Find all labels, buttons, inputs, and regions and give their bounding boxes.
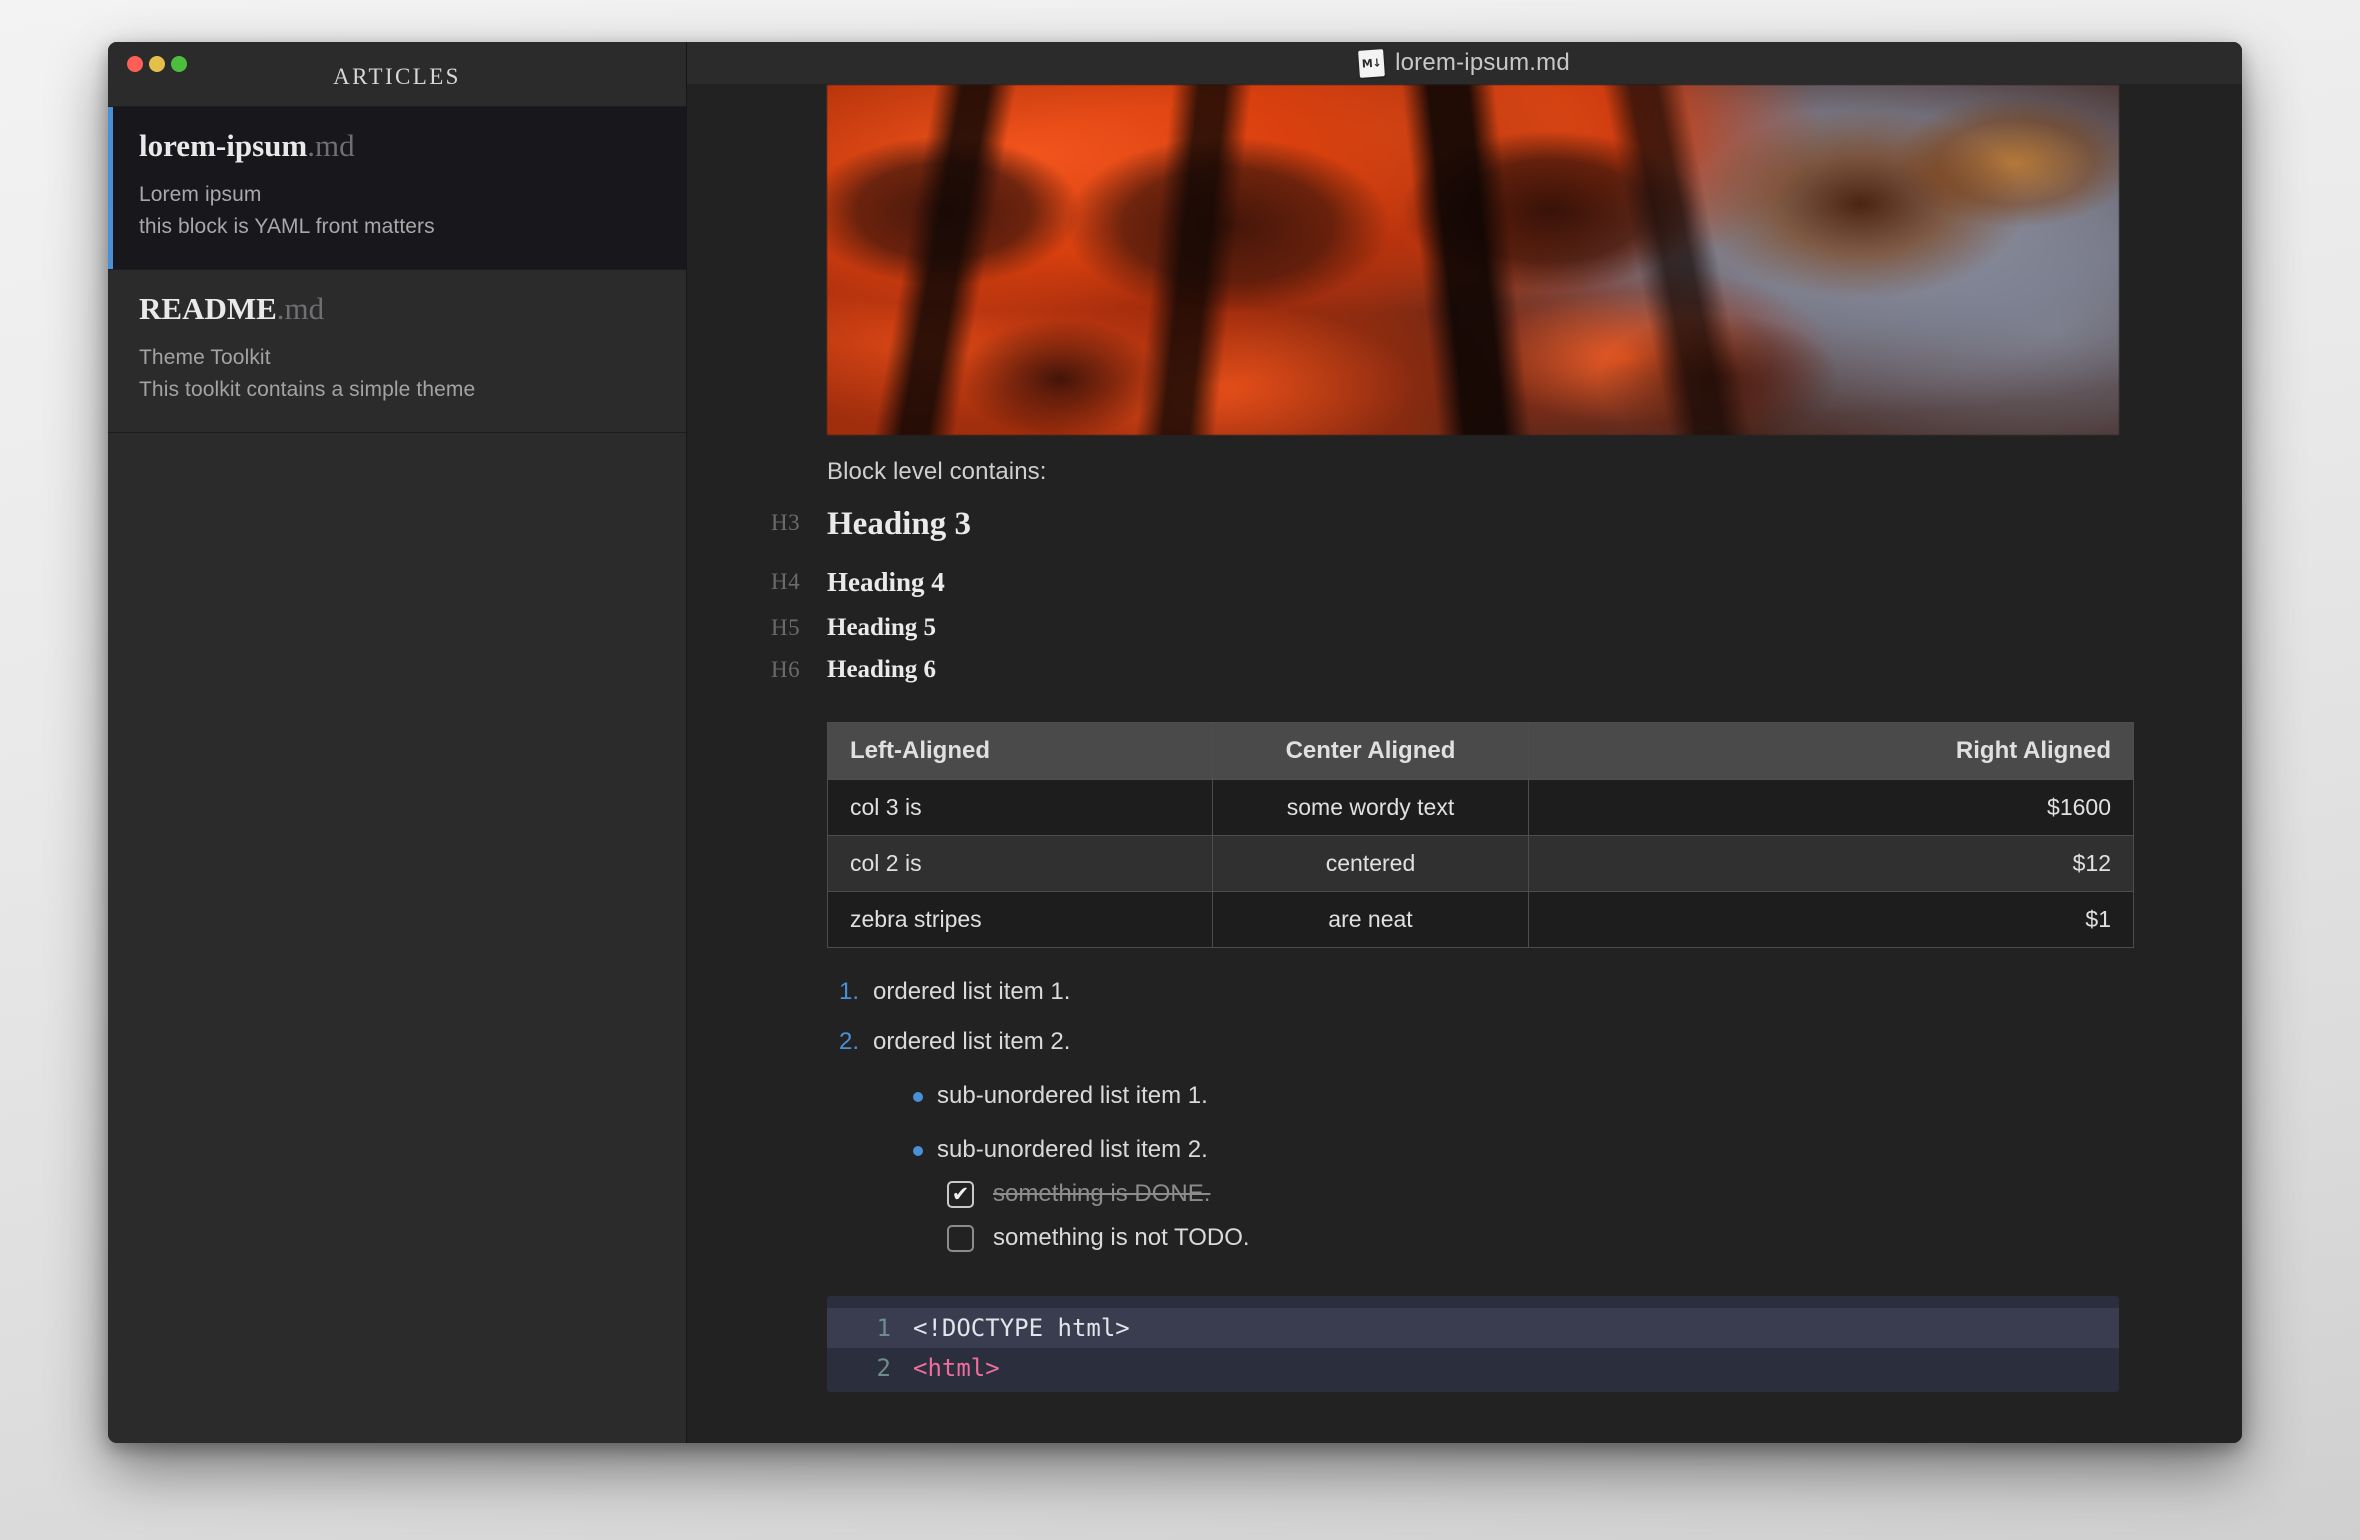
code-line-number: 2 xyxy=(876,1354,891,1382)
table-header-cell: Left-Aligned xyxy=(827,722,1213,780)
articles-sidebar: ARTICLES lorem-ipsum.md Lorem ipsum this… xyxy=(108,42,687,1443)
article-list-item-lorem-ipsum[interactable]: lorem-ipsum.md Lorem ipsum this block is… xyxy=(108,107,686,270)
list-marker: 1. xyxy=(839,978,860,1005)
code-line: 2 <html> xyxy=(827,1348,2119,1388)
article-excerpt-line-2: This toolkit contains a simple theme xyxy=(139,377,476,401)
hero-vignette-layer xyxy=(827,85,2119,435)
heading-row-h6: H6 Heading 6 xyxy=(771,656,2154,684)
list-item-label: sub-unordered list item 1. xyxy=(937,1082,1208,1109)
markdown-file-icon: M↓ xyxy=(1358,48,1385,78)
editor-pane: M↓ lorem-ipsum.md Block level contains: … xyxy=(687,42,2242,1443)
ordered-list-item: 2. ordered list item 2. xyxy=(827,1028,2154,1056)
task-label: something is not TODO. xyxy=(993,1224,1250,1251)
sidebar-header: ARTICLES xyxy=(108,42,686,107)
application-window: ARTICLES lorem-ipsum.md Lorem ipsum this… xyxy=(108,42,2242,1443)
article-filename-ext: .md xyxy=(276,290,325,326)
heading-row-h3: H3 Heading 3 xyxy=(771,506,2154,543)
heading-level-label: H3 xyxy=(771,510,801,535)
task-list-item-todo[interactable]: something is not TODO. xyxy=(947,1224,2154,1252)
table-row: col 2 is centered $12 xyxy=(827,835,2134,892)
unordered-list-item: sub-unordered list item 1. xyxy=(913,1082,2154,1110)
table-cell: $1600 xyxy=(1528,779,2134,836)
heading-h5: Heading 5 xyxy=(827,614,937,641)
table-cell: are neat xyxy=(1212,891,1529,948)
table-cell: centered xyxy=(1212,835,1529,892)
heading-h4: Heading 4 xyxy=(827,567,945,597)
selection-indicator xyxy=(108,107,113,269)
document-titlebar[interactable]: M↓ lorem-ipsum.md xyxy=(687,42,2242,84)
heading-h3: Heading 3 xyxy=(827,506,971,542)
article-excerpt-line-1: Lorem ipsum xyxy=(139,183,262,207)
table-cell: $12 xyxy=(1528,835,2134,892)
heading-level-label: H5 xyxy=(771,615,801,640)
document-scroll-area[interactable]: Block level contains: H3 Heading 3 H4 He… xyxy=(687,84,2242,1443)
sidebar-title: ARTICLES xyxy=(333,64,461,89)
heading-level-label: H6 xyxy=(771,657,801,682)
table-row: zebra stripes are neat $1 xyxy=(827,891,2134,948)
markdown-table: Left-Aligned Center Aligned Right Aligne… xyxy=(827,722,2134,948)
checkmark-icon: ✔ xyxy=(951,1182,970,1206)
article-filename-ext: .md xyxy=(307,128,355,163)
task-label: something is DONE. xyxy=(993,1180,1211,1207)
list-item-label: ordered list item 1. xyxy=(873,978,1071,1005)
checkbox-checked[interactable]: ✔ xyxy=(947,1180,974,1208)
article-filename-base: lorem-ipsum xyxy=(139,128,308,163)
code-line-number: 1 xyxy=(876,1314,891,1342)
table-header-cell: Center Aligned xyxy=(1212,722,1529,780)
markdown-lists: 1. ordered list item 1. 2. ordered list … xyxy=(827,978,2154,1252)
maximize-button[interactable] xyxy=(171,56,187,72)
article-list-item-readme[interactable]: README.md Theme Toolkit This toolkit con… xyxy=(108,270,686,433)
list-marker: 2. xyxy=(839,1028,860,1055)
table-cell: col 3 is xyxy=(827,779,1213,836)
intro-paragraph: Block level contains: xyxy=(827,458,1047,485)
window-traffic-lights xyxy=(127,56,187,72)
ordered-list-item: 1. ordered list item 1. xyxy=(827,978,2154,1006)
close-button[interactable] xyxy=(127,56,143,72)
table-cell: col 2 is xyxy=(827,835,1213,892)
heading-row-h4: H4 Heading 4 xyxy=(771,567,2154,598)
hero-image xyxy=(827,85,2119,435)
code-line-source: <!DOCTYPE html> xyxy=(913,1314,1130,1342)
unordered-list-item: sub-unordered list item 2. xyxy=(913,1136,2154,1164)
code-line-source: <html> xyxy=(913,1354,1000,1382)
heading-h6: Heading 6 xyxy=(827,656,937,683)
code-line: 1 <!DOCTYPE html> xyxy=(827,1308,2119,1348)
article-filename-base: README xyxy=(139,290,277,326)
list-item-label: sub-unordered list item 2. xyxy=(937,1136,1208,1163)
minimize-button[interactable] xyxy=(149,56,165,72)
article-excerpt-line-1: Theme Toolkit xyxy=(139,346,271,369)
heading-row-h5: H5 Heading 5 xyxy=(771,614,2154,642)
table-row: col 3 is some wordy text $1600 xyxy=(827,779,2134,836)
document-title: lorem-ipsum.md xyxy=(1395,49,1570,76)
table-header-row: Left-Aligned Center Aligned Right Aligne… xyxy=(827,722,2134,780)
checkbox-unchecked[interactable] xyxy=(947,1224,974,1252)
article-filename: README.md xyxy=(139,290,686,326)
list-item-label: ordered list item 2. xyxy=(873,1028,1071,1055)
article-excerpt-line-2: this block is YAML front matters xyxy=(139,215,435,238)
table-header-cell: Right Aligned xyxy=(1528,722,2134,780)
table-cell: some wordy text xyxy=(1212,779,1529,836)
article-filename: lorem-ipsum.md xyxy=(139,128,686,163)
table-cell: $1 xyxy=(1528,891,2134,948)
code-block: 1 <!DOCTYPE html> 2 <html> xyxy=(827,1296,2119,1392)
task-list-item-done[interactable]: ✔ something is DONE. xyxy=(947,1180,2154,1208)
table-cell: zebra stripes xyxy=(827,891,1213,948)
heading-level-label: H4 xyxy=(771,569,801,594)
